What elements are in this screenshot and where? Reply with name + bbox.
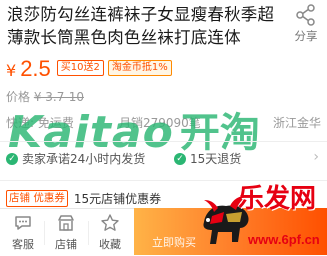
favorite-label: 收藏	[99, 238, 121, 251]
service-item-returns: ✓ 15天退货	[174, 150, 241, 167]
service-label-returns: 15天退货	[190, 152, 242, 166]
customer-service-icon	[15, 216, 31, 230]
service-row[interactable]: ✓ 卖家承诺24小时内发货 ✓ 15天退货 ›	[6, 149, 321, 168]
divider	[44, 221, 45, 245]
promo-tag-coins[interactable]: 淘金币抵1%	[107, 60, 172, 76]
divider	[0, 141, 327, 142]
star-icon	[101, 214, 119, 231]
promo-tag-buy10[interactable]: 买10送2	[56, 60, 104, 76]
favorite-button[interactable]: 收藏	[90, 213, 130, 252]
store-label: 店铺	[55, 238, 77, 251]
coupon-text: 15元店铺优惠券	[73, 192, 162, 206]
coupon-row[interactable]: 店铺 优惠券 15元店铺优惠券	[6, 190, 161, 207]
store-icon	[58, 215, 74, 231]
original-price-label: 价格	[6, 90, 31, 104]
price-row: ¥ 2.5 买10送2 淘金币抵1%	[6, 56, 172, 81]
current-price: 2.5	[20, 56, 51, 81]
check-circle-icon: ✓	[6, 152, 18, 165]
product-title: 浪莎防勾丝连裤袜子女显瘦春秋季超薄款长筒黑色肉色丝袜打底连体	[7, 5, 275, 47]
service-item-shipping: ✓ 卖家承诺24小时内发货	[6, 150, 145, 167]
site-logo-text: 乐发网	[238, 184, 317, 214]
divider	[88, 221, 89, 245]
share-button[interactable]: 分享	[291, 4, 321, 44]
chevron-right-icon: ›	[313, 149, 319, 165]
currency-symbol: ¥	[6, 61, 17, 80]
share-label: 分享	[294, 29, 318, 43]
service-label-shipping: 卖家承诺24小时内发货	[22, 152, 146, 166]
coupon-tag: 店铺 优惠券	[6, 190, 68, 207]
ship-location: 浙江金华	[272, 116, 321, 130]
original-price: ¥ 3.7-10	[33, 90, 84, 104]
buy-now-label: 立即购买	[152, 236, 196, 249]
site-logo-url: www.6pf.cn	[248, 232, 320, 247]
customer-service-label: 客服	[12, 238, 34, 251]
customer-service-button[interactable]: 客服	[3, 213, 43, 252]
store-button[interactable]: 店铺	[46, 213, 86, 252]
site-logo: 乐发网 www.6pf.cn	[196, 176, 327, 255]
original-price-row: 价格 ¥ 3.7-10	[6, 88, 84, 105]
share-icon	[296, 4, 315, 26]
check-circle-icon: ✓	[174, 152, 186, 165]
